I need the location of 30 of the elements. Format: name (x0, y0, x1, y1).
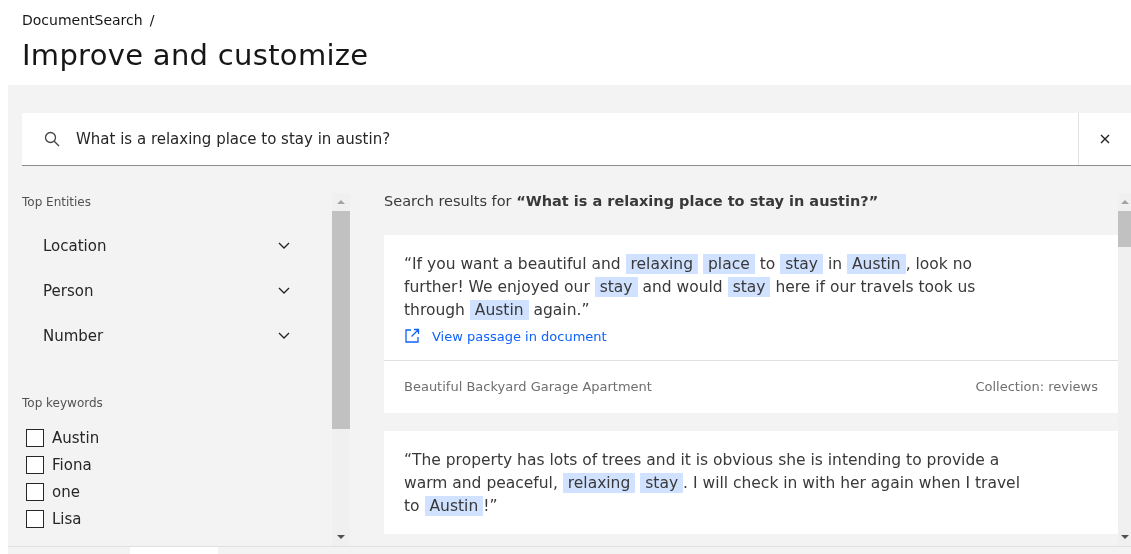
chevron-icon (278, 331, 290, 340)
document-title: Beautiful Backyard Garage Apartment (404, 379, 652, 394)
search-bar[interactable]: What is a relaxing place to stay in austin? (22, 113, 1131, 166)
breadcrumb-link[interactable]: DocumentSearch (22, 12, 143, 28)
results-heading: Search results for “What is a relaxing place to stay in austin?” (384, 193, 880, 211)
checkbox-label[interactable]: one (52, 482, 80, 501)
accordion-item[interactable]: Location (22, 223, 332, 268)
section-heading: Top keywords (22, 396, 104, 410)
checkbox[interactable] (26, 455, 44, 474)
checkbox-label[interactable]: Austin (52, 428, 100, 447)
close-icon (1100, 134, 1110, 144)
accordion-item[interactable]: Number (22, 313, 332, 358)
checkbox[interactable] (26, 482, 44, 501)
checkbox-label[interactable]: Lisa (52, 509, 82, 528)
checkbox[interactable] (26, 509, 44, 528)
search-icon (44, 131, 60, 147)
search-field[interactable]: What is a relaxing place to stay in austin? (76, 130, 1078, 148)
checkbox-label[interactable]: Fiona (52, 455, 92, 474)
passage-text: “If you want a beautiful and relaxing place to stay in Austin , look no further! We enjoyed our stay and would stay here if our travels took us through Austin again.” (404, 253, 977, 322)
view-passage-link[interactable]: View passage in document (404, 328, 607, 344)
external-link-icon (404, 328, 420, 344)
passage-text: “The property has lots of trees and it is obvious she is intending to provide a warm and peaceful, relaxing stay . I will check in with her again when I travel to Austin !” (404, 450, 1021, 518)
page-title: Improve and customize (22, 38, 370, 72)
section-heading: Top Entities (22, 195, 92, 209)
breadcrumb-separator: / (149, 12, 155, 28)
checkbox[interactable] (26, 428, 44, 447)
chevron-icon (278, 286, 290, 295)
chevron-icon (278, 241, 290, 250)
accordion-item[interactable]: Person (22, 268, 332, 313)
collection-label: Collection: reviews (975, 379, 1098, 394)
